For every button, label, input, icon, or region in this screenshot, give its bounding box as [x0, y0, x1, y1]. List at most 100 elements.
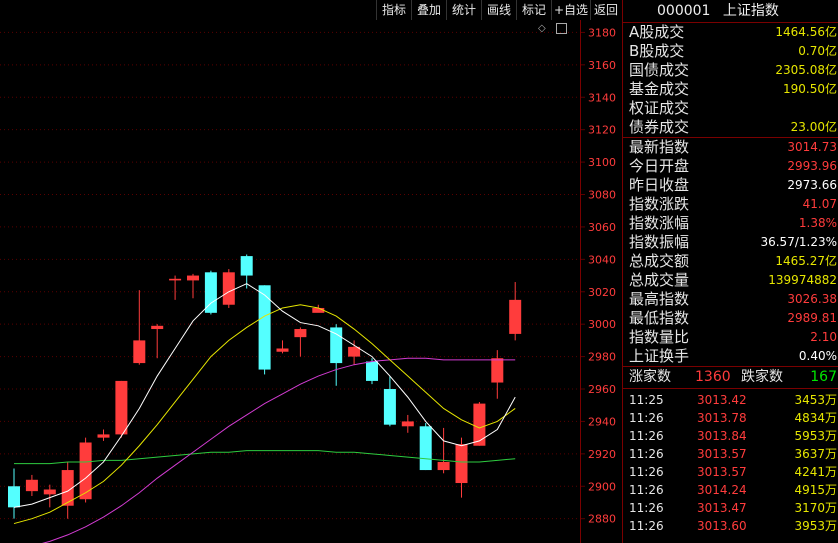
quote-value: 139974882: [768, 273, 837, 287]
tick-time: 11:26: [629, 483, 664, 497]
window-toggle-icon[interactable]: [556, 23, 567, 34]
toolbar-button-0[interactable]: 指标: [376, 0, 411, 20]
candle-body: [473, 403, 486, 446]
candle-body: [455, 444, 468, 484]
candle-body: [419, 426, 432, 471]
candle-body: [437, 461, 450, 471]
tick-time: 11:26: [629, 465, 664, 479]
tick-price: 3014.24: [697, 483, 747, 497]
y-tick-label: 3080: [588, 189, 616, 202]
quote-row: 总成交量 139974882: [623, 271, 838, 290]
tick-volume: 4241万: [794, 465, 837, 479]
candle-body: [491, 358, 504, 383]
tick-price: 3013.78: [697, 411, 747, 425]
tick-volume: 3637万: [794, 447, 837, 461]
tick-price: 3013.57: [697, 447, 747, 461]
quote-value: 2989.81: [787, 311, 837, 325]
candle-body: [115, 380, 128, 435]
tick-price: 3013.57: [697, 465, 747, 479]
y-tick-label: 2880: [588, 513, 616, 526]
kline-chart[interactable]: [0, 0, 580, 543]
candle-body: [97, 434, 110, 438]
tick-time: 11:26: [629, 447, 664, 461]
toolbar-button-5[interactable]: +自选: [551, 0, 590, 20]
tick-price: 3013.42: [697, 393, 747, 407]
quote-row: 指数振幅 36.57/1.23%: [623, 233, 838, 252]
candle-body: [401, 421, 414, 427]
quote-label: 昨日收盘: [629, 176, 690, 194]
tick-price: 3013.60: [697, 519, 747, 533]
tick-price: 3013.47: [697, 501, 747, 515]
tick-row: 11:26 3013.78 4834万: [623, 409, 838, 427]
quote-value: 2993.96: [787, 159, 837, 173]
candle-body: [366, 361, 378, 381]
quote-row: 指数涨幅 1.38%: [623, 214, 838, 233]
candle-body: [79, 442, 92, 500]
toolbar-button-6[interactable]: 返回: [590, 0, 621, 20]
tick-row: 11:26 3013.47 3170万: [623, 499, 838, 517]
toolbar-button-1[interactable]: 叠加: [411, 0, 446, 20]
y-tick-label: 3140: [588, 91, 616, 104]
quote-label: 指数振幅: [629, 233, 690, 251]
tick-time: 11:25: [629, 393, 664, 407]
quote-label: 指数量比: [629, 328, 690, 346]
up-count: 1360: [695, 369, 731, 385]
candle-body: [330, 327, 343, 364]
quote-row: 最高指数 3026.38: [623, 290, 838, 309]
down-label: 跌家数: [741, 369, 783, 385]
y-tick-label: 3020: [588, 286, 616, 299]
quote-rows: A股成交 1464.56亿 B股成交 0.70亿 国债成交 2305.08亿 基金成交 190…: [623, 23, 838, 366]
quote-label: 国债成交: [629, 61, 690, 79]
quote-row: 指数量比 2.10: [623, 328, 838, 347]
toolbar-button-4[interactable]: 标记: [516, 0, 551, 20]
down-count: 167: [810, 369, 837, 385]
price-axis: 2880 2900 2920 2940 2960 2980 3000 3020 3040 3060…: [580, 0, 616, 543]
panel-title: 000001 上证指数: [623, 0, 838, 23]
quote-label: 基金成交: [629, 80, 690, 98]
y-tick-label: 3160: [588, 59, 616, 72]
tick-row: 11:26 3013.57 3637万: [623, 445, 838, 463]
quote-row: 基金成交 190.50亿: [623, 80, 838, 99]
quote-panel: 000001 上证指数 A股成交 1464.56亿 B股成交 0.70亿 国债成交 230…: [622, 0, 838, 543]
quote-label: 债券成交: [629, 118, 690, 136]
candle-body: [151, 325, 164, 330]
quote-row: 上证换手 0.40%: [623, 347, 838, 366]
toolbar-button-2[interactable]: 统计: [446, 0, 481, 20]
quote-value: 190.50亿: [783, 82, 837, 96]
candle-body: [169, 278, 182, 281]
tick-row: 11:26 3013.57 4241万: [623, 463, 838, 481]
y-tick-label: 3100: [588, 156, 616, 169]
tick-volume: 4915万: [794, 483, 837, 497]
quote-label: B股成交: [629, 42, 685, 60]
quote-row: 最新指数 3014.73: [623, 137, 838, 157]
y-tick-label: 3000: [588, 318, 616, 331]
quote-value: 3014.73: [787, 140, 837, 154]
quote-label: 权证成交: [629, 99, 690, 117]
tick-volume: 3453万: [794, 393, 837, 407]
quote-label: 上证换手: [629, 347, 690, 365]
candle-body: [258, 285, 271, 370]
stock-name: 上证指数: [722, 3, 779, 19]
tick-row: 11:26 3013.60 3953万: [623, 517, 838, 535]
tick-row: 11:25 3013.42 3453万: [623, 391, 838, 409]
tick-volume: 3170万: [794, 501, 837, 515]
quote-label: 最高指数: [629, 290, 690, 308]
tick-list[interactable]: 11:25 3013.42 3453万 11:26 3013.78 4834万 11:26 3…: [623, 388, 838, 535]
quote-value: 3026.38: [787, 292, 837, 306]
quote-label: 总成交量: [629, 271, 690, 289]
toolbar-button-3[interactable]: 画线: [481, 0, 516, 20]
chart-toolbar: 指标 叠加 统计 画线 标记 +自选 返回: [376, 0, 622, 20]
quote-value: 23.00亿: [790, 120, 837, 134]
tick-row: 11:26 3013.84 5953万: [623, 427, 838, 445]
quote-value: 36.57/1.23%: [760, 235, 837, 249]
quote-value: 0.70亿: [798, 44, 837, 58]
tick-time: 11:26: [629, 501, 664, 515]
diamond-icon[interactable]: ◇: [538, 23, 546, 34]
quote-row: B股成交 0.70亿: [623, 42, 838, 61]
quote-value: 1.38%: [798, 216, 837, 230]
up-label: 涨家数: [629, 369, 671, 385]
quote-label: 今日开盘: [629, 157, 690, 175]
y-tick-label: 2940: [588, 415, 616, 428]
tick-time: 11:26: [629, 411, 664, 425]
quote-row: 指数涨跌 41.07: [623, 195, 838, 214]
